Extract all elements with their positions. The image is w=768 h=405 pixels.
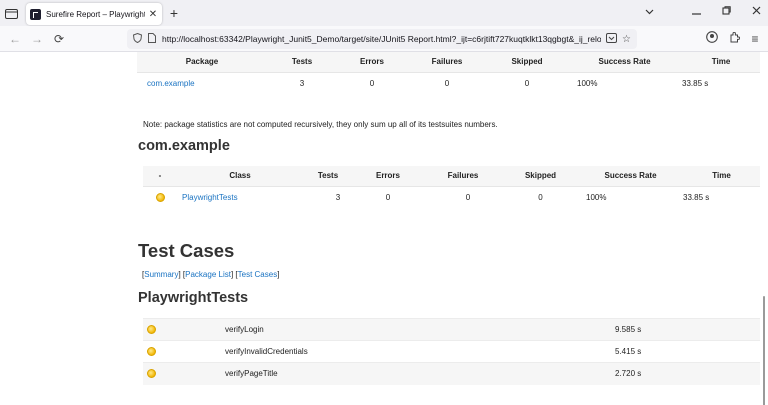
- tab-list-icon[interactable]: [2, 5, 20, 21]
- test-cases-table: verifyLogin 9.585 s verifyInvalidCredent…: [143, 318, 760, 385]
- column-header: -: [143, 166, 177, 187]
- time-cell: 33.85 s: [682, 78, 709, 88]
- test-status-icon: [155, 192, 165, 202]
- hamburger-menu-icon[interactable]: ≡: [746, 30, 764, 48]
- new-tab-button[interactable]: +: [166, 4, 182, 22]
- tests-cell: 3: [299, 78, 305, 88]
- errors-cell: 0: [369, 78, 375, 88]
- test-status-icon: [147, 369, 156, 379]
- test-status-icon: [147, 325, 156, 335]
- test-time-cell: 9.585 s: [615, 318, 760, 341]
- table-row: verifyLogin 9.585 s: [143, 318, 760, 341]
- column-header: Time: [682, 52, 760, 73]
- package-class-table: - Class Tests Errors Failures Skipped Su…: [143, 166, 760, 208]
- navigation-toolbar: ← → ⟳ http://localhost:63342/Playwright_…: [0, 26, 768, 52]
- package-list-link[interactable]: Package List: [185, 270, 231, 279]
- skipped-cell: 0: [538, 192, 543, 202]
- shield-icon[interactable]: [132, 32, 143, 45]
- success-rate-cell: 100%: [586, 192, 607, 202]
- test-time-cell: 2.720 s: [615, 362, 760, 385]
- test-name-cell: verifyInvalidCredentials: [225, 340, 615, 363]
- package-link[interactable]: com.example: [147, 79, 195, 88]
- package-summary-table: Package Tests Errors Failures Skipped Su…: [137, 52, 760, 94]
- column-header: Time: [683, 166, 760, 187]
- test-cases-heading: Test Cases: [138, 240, 235, 261]
- column-header: Skipped: [503, 166, 578, 187]
- tab-close-icon[interactable]: ✕: [148, 9, 158, 20]
- skipped-cell: 0: [524, 78, 530, 88]
- time-cell: 33.85 s: [683, 192, 710, 202]
- errors-cell: 0: [385, 192, 391, 202]
- address-bar[interactable]: http://localhost:63342/Playwright_Junit5…: [127, 29, 637, 49]
- column-header: Class: [177, 166, 303, 187]
- summary-link[interactable]: Summary: [144, 270, 178, 279]
- page-info-icon[interactable]: [148, 33, 156, 45]
- maximize-icon[interactable]: [718, 4, 734, 22]
- extensions-icon[interactable]: [725, 30, 743, 48]
- table-row: verifyPageTitle 2.720 s: [143, 362, 760, 385]
- test-name-cell: verifyLogin: [225, 318, 615, 341]
- browser-tab-bar: Surefire Report – Playwright_Ju ✕ +: [0, 0, 768, 26]
- bookmark-star-icon[interactable]: ☆: [622, 34, 631, 45]
- save-to-pocket-icon[interactable]: [606, 32, 618, 46]
- column-header: Skipped: [487, 52, 567, 73]
- url-text[interactable]: http://localhost:63342/Playwright_Junit5…: [162, 34, 601, 44]
- test-name-cell: verifyPageTitle: [225, 362, 615, 385]
- column-header: Success Rate: [567, 52, 682, 73]
- table-row: verifyInvalidCredentials 5.415 s: [143, 340, 760, 363]
- reload-icon[interactable]: ⟳: [50, 30, 68, 48]
- close-icon[interactable]: [748, 4, 764, 22]
- favicon-icon: [30, 8, 41, 20]
- report-nav-links: [Summary] [Package List] [Test Cases]: [142, 270, 280, 279]
- failures-cell: 0: [465, 192, 471, 202]
- tests-cell: 3: [335, 192, 341, 202]
- page-content: Package Tests Errors Failures Skipped Su…: [0, 52, 768, 405]
- test-time-cell: 5.415 s: [615, 340, 760, 363]
- column-header: Tests: [303, 166, 353, 187]
- vertical-scrollbar[interactable]: [763, 296, 765, 405]
- package-heading: com.example: [138, 138, 230, 154]
- account-icon[interactable]: [703, 30, 721, 48]
- class-link[interactable]: PlaywrightTests: [182, 193, 238, 202]
- test-class-heading: PlaywrightTests: [138, 290, 249, 306]
- table-row: PlaywrightTests 3 0 0 0 100% 33.85 s: [143, 186, 760, 208]
- column-header: Failures: [407, 52, 487, 73]
- table-row: com.example 3 0 0 0 100% 33.85 s: [137, 72, 760, 94]
- test-cases-link[interactable]: Test Cases: [238, 270, 278, 279]
- tab-title: Surefire Report – Playwright_Ju: [46, 9, 145, 19]
- chevron-down-icon[interactable]: [641, 4, 657, 22]
- browser-tab[interactable]: Surefire Report – Playwright_Ju ✕: [26, 3, 162, 25]
- forward-arrow-icon[interactable]: →: [28, 30, 46, 48]
- back-arrow-icon[interactable]: ←: [6, 30, 24, 48]
- column-header: Tests: [267, 52, 337, 73]
- column-header: Package: [137, 52, 267, 73]
- column-header: Failures: [423, 166, 503, 187]
- column-header: Errors: [353, 166, 423, 187]
- column-header: Success Rate: [578, 166, 683, 187]
- test-status-icon: [147, 347, 156, 357]
- success-rate-cell: 100%: [577, 78, 598, 88]
- column-header: Errors: [337, 52, 407, 73]
- minimize-icon[interactable]: [688, 4, 704, 22]
- failures-cell: 0: [444, 78, 450, 88]
- package-statistics-note: Note: package statistics are not compute…: [143, 120, 498, 129]
